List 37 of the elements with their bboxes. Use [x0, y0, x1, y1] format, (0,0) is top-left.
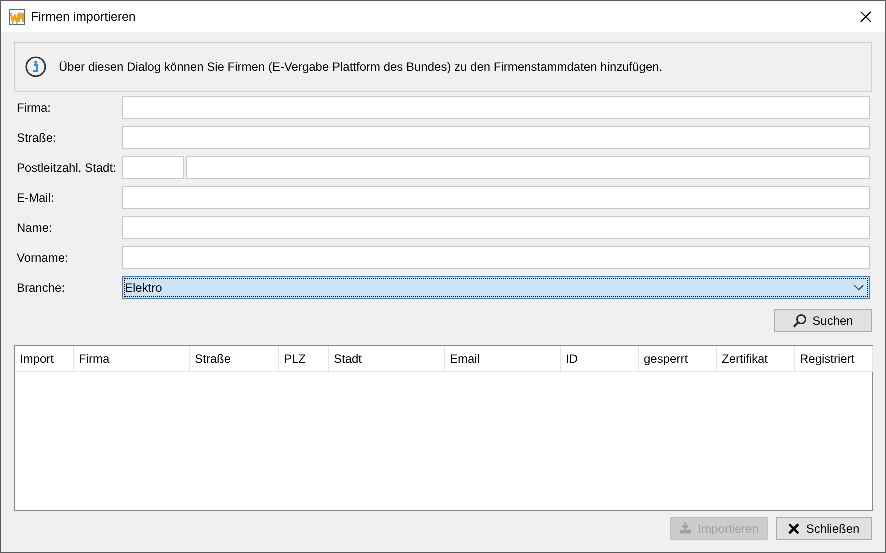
column-header[interactable]: Stadt	[329, 346, 445, 372]
info-text: Über diesen Dialog können Sie Firmen (E-Vergabe Plattform des Bundes) zu den Firmenstammdaten hinzufügen.	[59, 60, 663, 74]
info-icon	[25, 56, 47, 78]
download-icon	[679, 522, 692, 535]
input-field[interactable]	[122, 186, 870, 209]
close-icon	[859, 10, 873, 24]
field-label: Straße:	[16, 130, 58, 144]
close-dialog-button[interactable]: Schließen	[776, 517, 872, 540]
input-field[interactable]	[122, 96, 870, 119]
input-field[interactable]	[122, 126, 870, 149]
column-header[interactable]: Zertifikat	[717, 346, 795, 372]
input-field[interactable]	[122, 246, 870, 269]
field-label: Postleitzahl, Stadt:	[16, 160, 118, 174]
field-label: Name:	[16, 220, 54, 234]
app-icon	[9, 8, 25, 24]
column-header[interactable]: gesperrt	[639, 346, 717, 372]
field-label: Branche:	[16, 280, 66, 294]
column-header[interactable]: Import	[15, 346, 74, 372]
search-icon	[792, 314, 807, 328]
zip-field[interactable]	[122, 156, 184, 179]
field-label: E-Mail:	[16, 190, 56, 204]
city-field[interactable]	[186, 156, 870, 179]
column-header[interactable]: Email	[445, 346, 561, 372]
chevron-down-icon	[854, 284, 864, 290]
input-field[interactable]	[122, 216, 870, 239]
field-label: Vorname:	[16, 250, 70, 264]
column-header[interactable]: ID	[561, 346, 639, 372]
dropdown[interactable]: Elektro	[122, 276, 870, 299]
close-button[interactable]	[859, 10, 873, 24]
window-title: Firmen importieren	[31, 10, 137, 24]
column-header[interactable]: Straße	[190, 346, 279, 372]
column-header[interactable]: Registriert	[795, 346, 873, 372]
field-label: Firma:	[16, 100, 52, 114]
column-header[interactable]: Firma	[74, 346, 190, 372]
column-header[interactable]: PLZ	[279, 346, 329, 372]
close-icon	[788, 522, 800, 534]
search-button[interactable]: Suchen	[774, 309, 872, 332]
